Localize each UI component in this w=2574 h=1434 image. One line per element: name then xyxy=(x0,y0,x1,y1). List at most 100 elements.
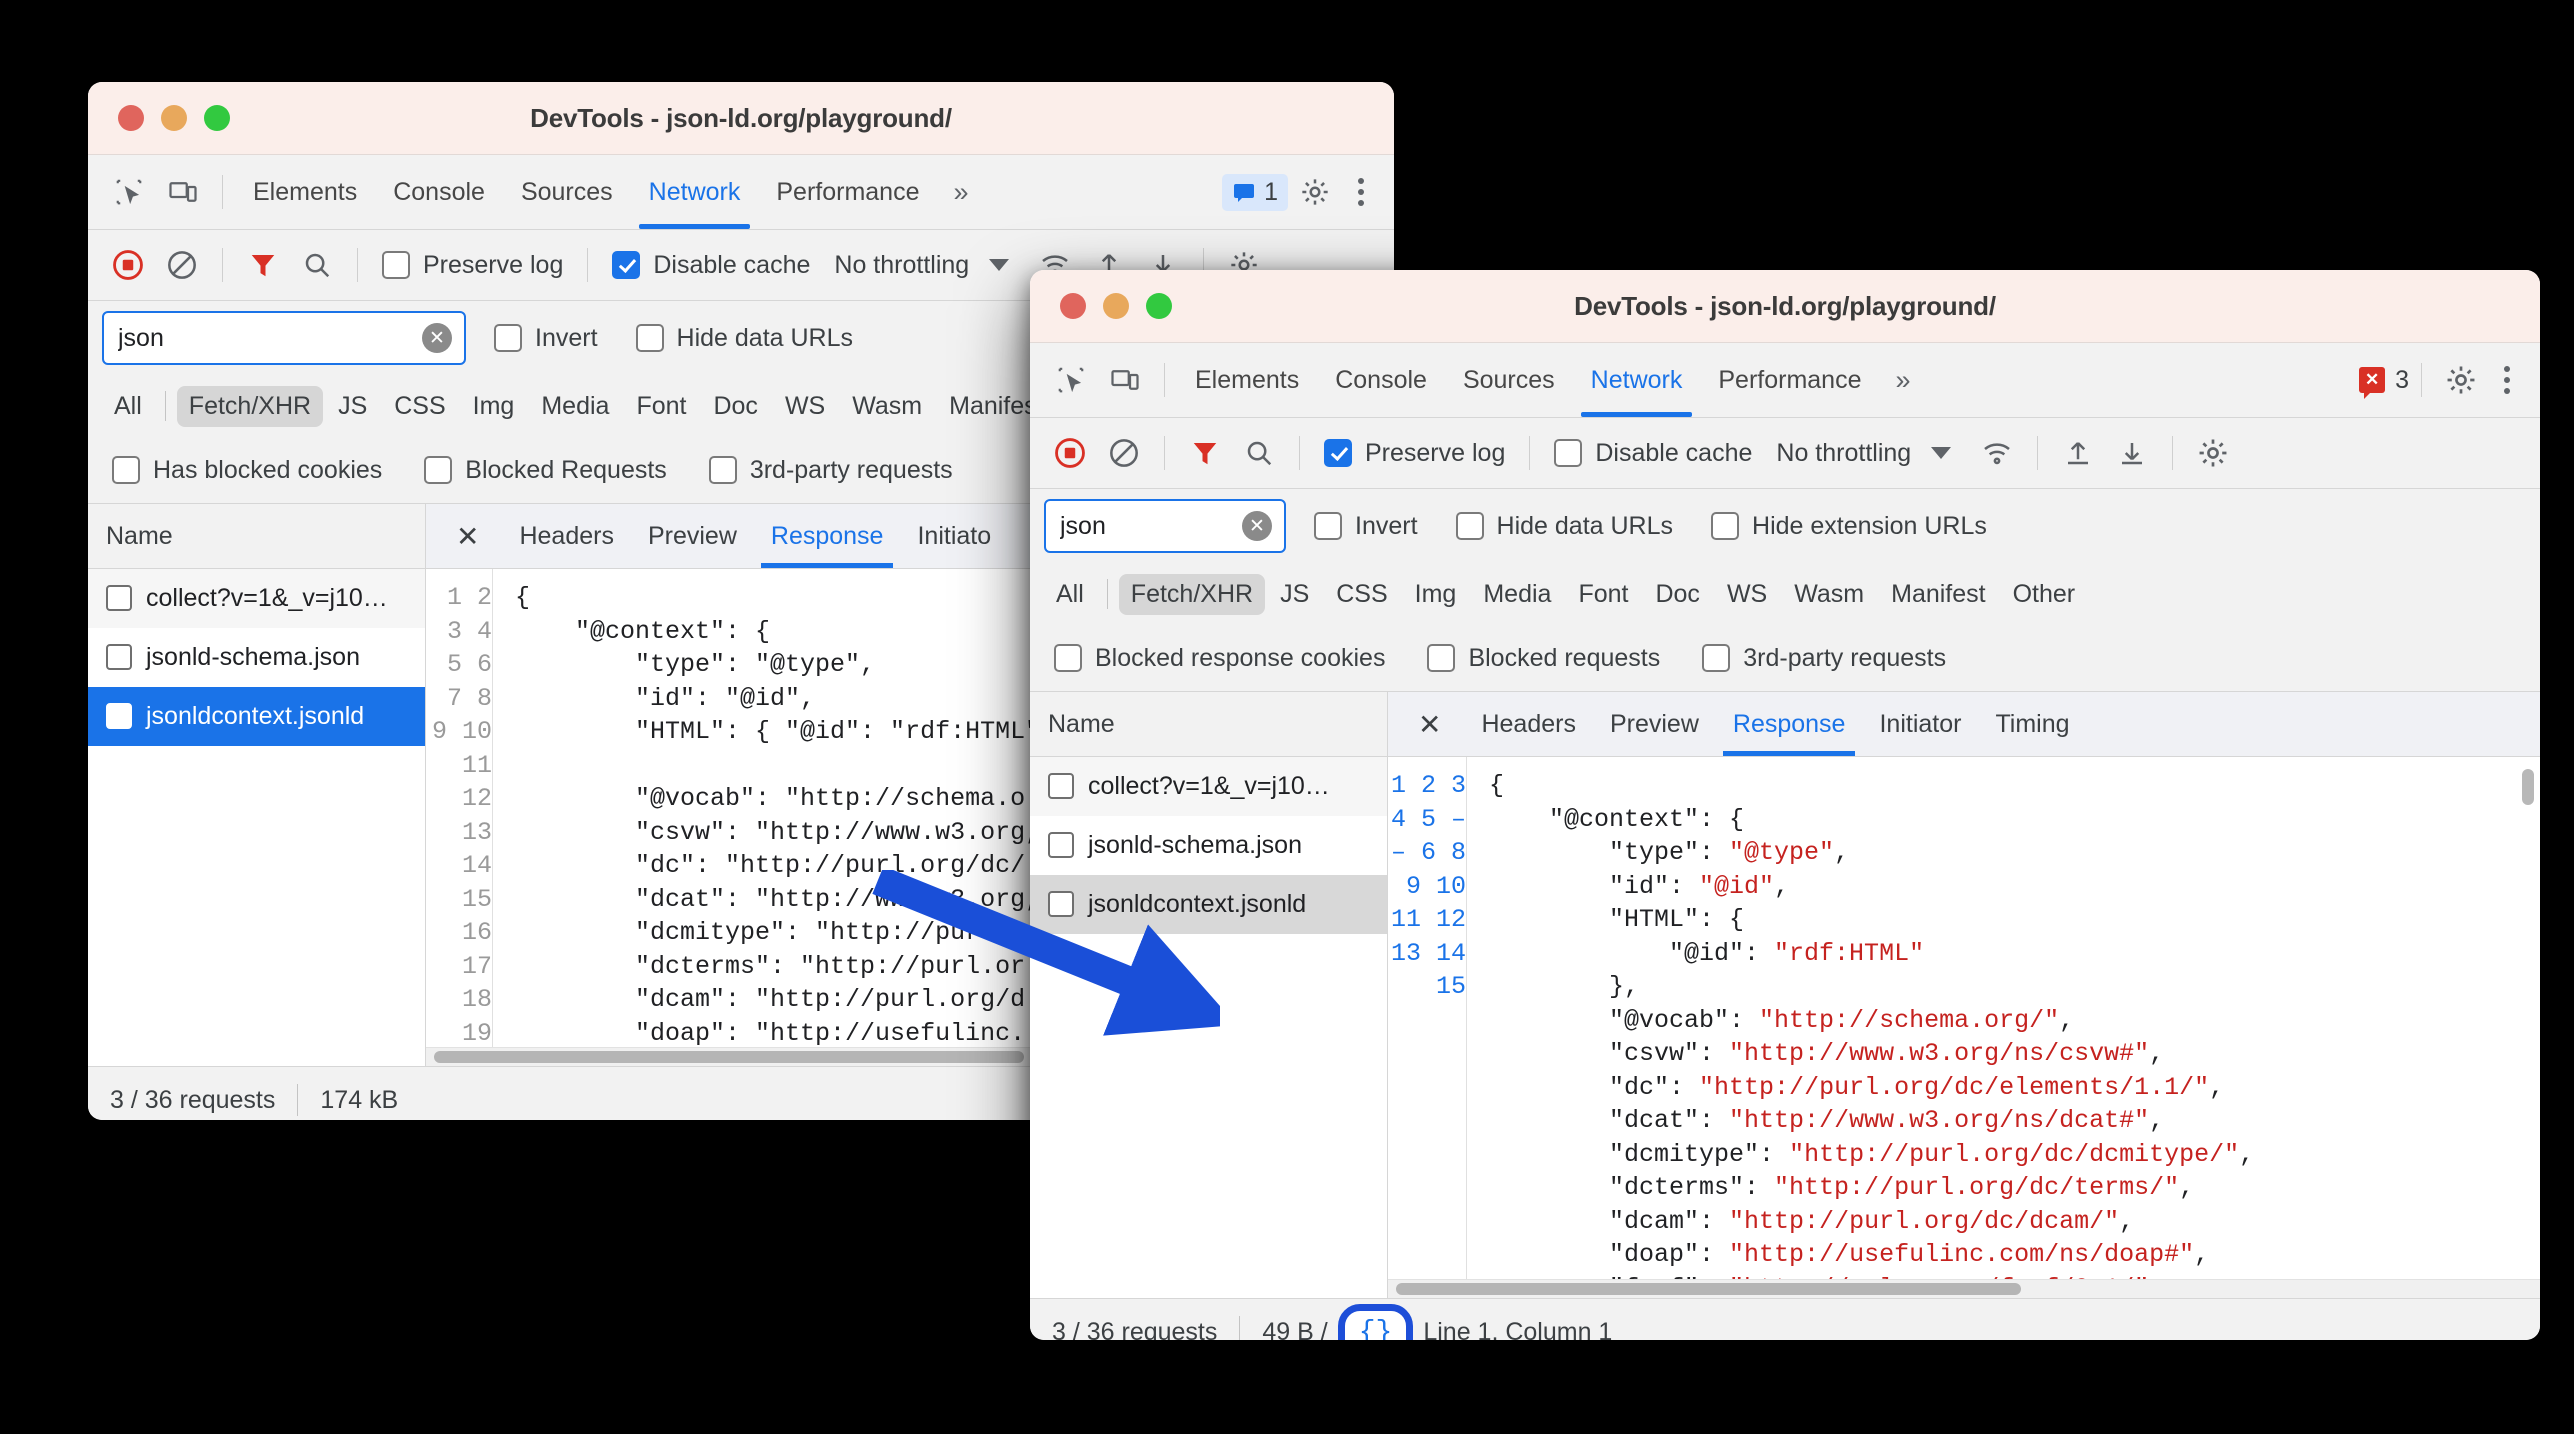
record-stop-icon[interactable] xyxy=(102,239,154,291)
network-settings-gear-icon[interactable] xyxy=(2187,427,2239,479)
tab-network[interactable]: Network xyxy=(631,155,759,229)
third-party-requests-box[interactable] xyxy=(708,456,737,484)
clear-network-icon[interactable] xyxy=(1098,427,1150,479)
throttling-select[interactable]: No throttling xyxy=(822,251,969,280)
has-blocked-cookies-checkbox[interactable]: Has blocked cookies xyxy=(102,456,392,485)
devtools-tab-bar[interactable]: Elements Console Sources Network Perform… xyxy=(1030,343,2540,418)
error-count-badge[interactable]: ✕ 3 xyxy=(2359,366,2409,399)
has-blocked-cookies-box[interactable] xyxy=(112,456,140,484)
tab-elements[interactable]: Elements xyxy=(235,155,375,229)
preserve-log-checkbox[interactable]: Preserve log xyxy=(372,251,573,280)
filter-input[interactable] xyxy=(104,313,422,363)
minimize-window-button[interactable] xyxy=(161,105,187,131)
zoom-window-button[interactable] xyxy=(204,105,230,131)
detail-tab-preview[interactable]: Preview xyxy=(632,504,753,568)
type-filter-css[interactable]: CSS xyxy=(1324,574,1399,615)
type-filter-img[interactable]: Img xyxy=(1403,574,1469,615)
detail-tab-response[interactable]: Response xyxy=(755,504,900,568)
chevron-down-icon[interactable] xyxy=(989,259,1010,271)
horizontal-scrollbar[interactable] xyxy=(1388,1279,2540,1298)
request-row-jsonld-schema[interactable]: jsonld-schema.json xyxy=(88,628,425,687)
device-toolbar-icon[interactable] xyxy=(1102,357,1148,403)
request-detail-tabs[interactable]: ✕ Headers Preview Response Initiator Tim… xyxy=(1388,692,2540,757)
hide-data-urls-box[interactable] xyxy=(1455,512,1484,540)
tab-console[interactable]: Console xyxy=(1317,343,1445,417)
tab-elements[interactable]: Elements xyxy=(1177,343,1317,417)
type-filter-js[interactable]: JS xyxy=(1268,574,1321,615)
type-filter-fetch-xhr[interactable]: Fetch/XHR xyxy=(1118,573,1266,615)
tab-sources[interactable]: Sources xyxy=(1445,343,1573,417)
vertical-scrollbar[interactable] xyxy=(2522,769,2534,805)
message-count-badge[interactable]: 1 xyxy=(1222,173,1288,211)
close-window-button[interactable] xyxy=(1060,293,1086,319)
resource-type-filters[interactable]: All Fetch/XHR JS CSS Img Media Font Doc … xyxy=(1030,563,2540,625)
search-icon[interactable] xyxy=(1233,427,1285,479)
preserve-log-box[interactable] xyxy=(1324,439,1352,467)
type-filter-wasm[interactable]: Wasm xyxy=(1782,574,1876,615)
type-filter-ws[interactable]: WS xyxy=(773,386,837,427)
name-column-header[interactable]: Name xyxy=(88,504,425,569)
request-row-jsonldcontext[interactable]: jsonldcontext.jsonld xyxy=(88,687,425,746)
filter-row[interactable]: ✕ Invert Hide data URLs Hide extension U… xyxy=(1030,489,2540,563)
type-filter-doc[interactable]: Doc xyxy=(701,386,769,427)
detail-tab-response[interactable]: Response xyxy=(1717,692,1862,756)
blocked-requests-box[interactable] xyxy=(1427,644,1456,672)
type-filter-js[interactable]: JS xyxy=(326,386,379,427)
devtools-window-after[interactable]: DevTools - json-ld.org/playground/ Eleme… xyxy=(1030,270,2540,1340)
clear-input-icon[interactable]: ✕ xyxy=(422,323,452,353)
third-party-requests-checkbox[interactable]: 3rd-party requests xyxy=(699,456,963,485)
network-conditions-icon[interactable] xyxy=(1971,427,2023,479)
search-icon[interactable] xyxy=(291,239,343,291)
inspect-element-icon[interactable] xyxy=(1048,357,1094,403)
disable-cache-checkbox[interactable]: Disable cache xyxy=(1544,439,1762,468)
detail-tab-preview[interactable]: Preview xyxy=(1594,692,1715,756)
disable-cache-box[interactable] xyxy=(1554,439,1583,467)
invert-checkbox[interactable]: Invert xyxy=(484,324,608,353)
request-checkbox[interactable] xyxy=(1048,773,1074,799)
request-checkbox[interactable] xyxy=(106,585,132,611)
hide-data-urls-checkbox[interactable]: Hide data URLs xyxy=(1446,512,1683,541)
clear-network-icon[interactable] xyxy=(156,239,208,291)
kebab-menu-icon[interactable] xyxy=(2488,366,2526,394)
hide-extension-urls-checkbox[interactable]: Hide extension URLs xyxy=(1701,512,1997,541)
disable-cache-box[interactable] xyxy=(612,251,641,279)
gear-icon[interactable] xyxy=(1292,169,1338,215)
blocked-requests-checkbox[interactable]: Blocked requests xyxy=(1417,644,1670,673)
third-party-requests-box[interactable] xyxy=(1702,644,1731,672)
hide-data-urls-box[interactable] xyxy=(635,324,664,352)
throttling-select[interactable]: No throttling xyxy=(1764,439,1911,468)
type-filter-ws[interactable]: WS xyxy=(1715,574,1779,615)
invert-box[interactable] xyxy=(1314,512,1342,540)
import-har-icon[interactable] xyxy=(2052,427,2104,479)
response-body[interactable]: { "@context": { "type": "@type", "id": "… xyxy=(1466,757,2540,1279)
tab-network[interactable]: Network xyxy=(1573,343,1701,417)
close-icon[interactable]: ✕ xyxy=(1396,708,1463,741)
type-filter-media[interactable]: Media xyxy=(529,386,621,427)
zoom-window-button[interactable] xyxy=(1146,293,1172,319)
filter-input-wrap[interactable]: ✕ xyxy=(1044,499,1286,553)
filter-funnel-icon[interactable] xyxy=(1179,427,1231,479)
type-filter-font[interactable]: Font xyxy=(624,386,698,427)
preserve-log-checkbox[interactable]: Preserve log xyxy=(1314,439,1515,468)
devtools-tab-bar[interactable]: Elements Console Sources Network Perform… xyxy=(88,155,1394,230)
hide-data-urls-checkbox[interactable]: Hide data URLs xyxy=(626,324,863,353)
detail-tab-timing[interactable]: Timing xyxy=(1979,692,2085,756)
export-har-icon[interactable] xyxy=(2106,427,2158,479)
invert-box[interactable] xyxy=(494,324,522,352)
tab-sources[interactable]: Sources xyxy=(503,155,631,229)
filter-input[interactable] xyxy=(1046,501,1242,551)
blocked-requests-checkbox[interactable]: Blocked Requests xyxy=(414,456,677,485)
type-filter-wasm[interactable]: Wasm xyxy=(840,386,934,427)
request-list[interactable]: Name collect?v=1&_v=j10… jsonld-schema.j… xyxy=(88,504,426,1066)
third-party-requests-checkbox[interactable]: 3rd-party requests xyxy=(1692,644,1956,673)
response-code-view[interactable]: 1 2 3 4 5 – – 6 8 9 10 11 12 13 14 15 { … xyxy=(1388,757,2540,1279)
blocked-response-cookies-checkbox[interactable]: Blocked response cookies xyxy=(1044,644,1395,673)
request-checkbox[interactable] xyxy=(106,703,132,729)
minimize-window-button[interactable] xyxy=(1103,293,1129,319)
type-filter-all[interactable]: All xyxy=(102,386,154,427)
gear-icon[interactable] xyxy=(2438,357,2484,403)
request-row-collect[interactable]: collect?v=1&_v=j10… xyxy=(88,569,425,628)
detail-tab-headers[interactable]: Headers xyxy=(1465,692,1592,756)
detail-tab-initiator[interactable]: Initiato xyxy=(901,504,1007,568)
type-filter-fetch-xhr[interactable]: Fetch/XHR xyxy=(176,385,324,427)
